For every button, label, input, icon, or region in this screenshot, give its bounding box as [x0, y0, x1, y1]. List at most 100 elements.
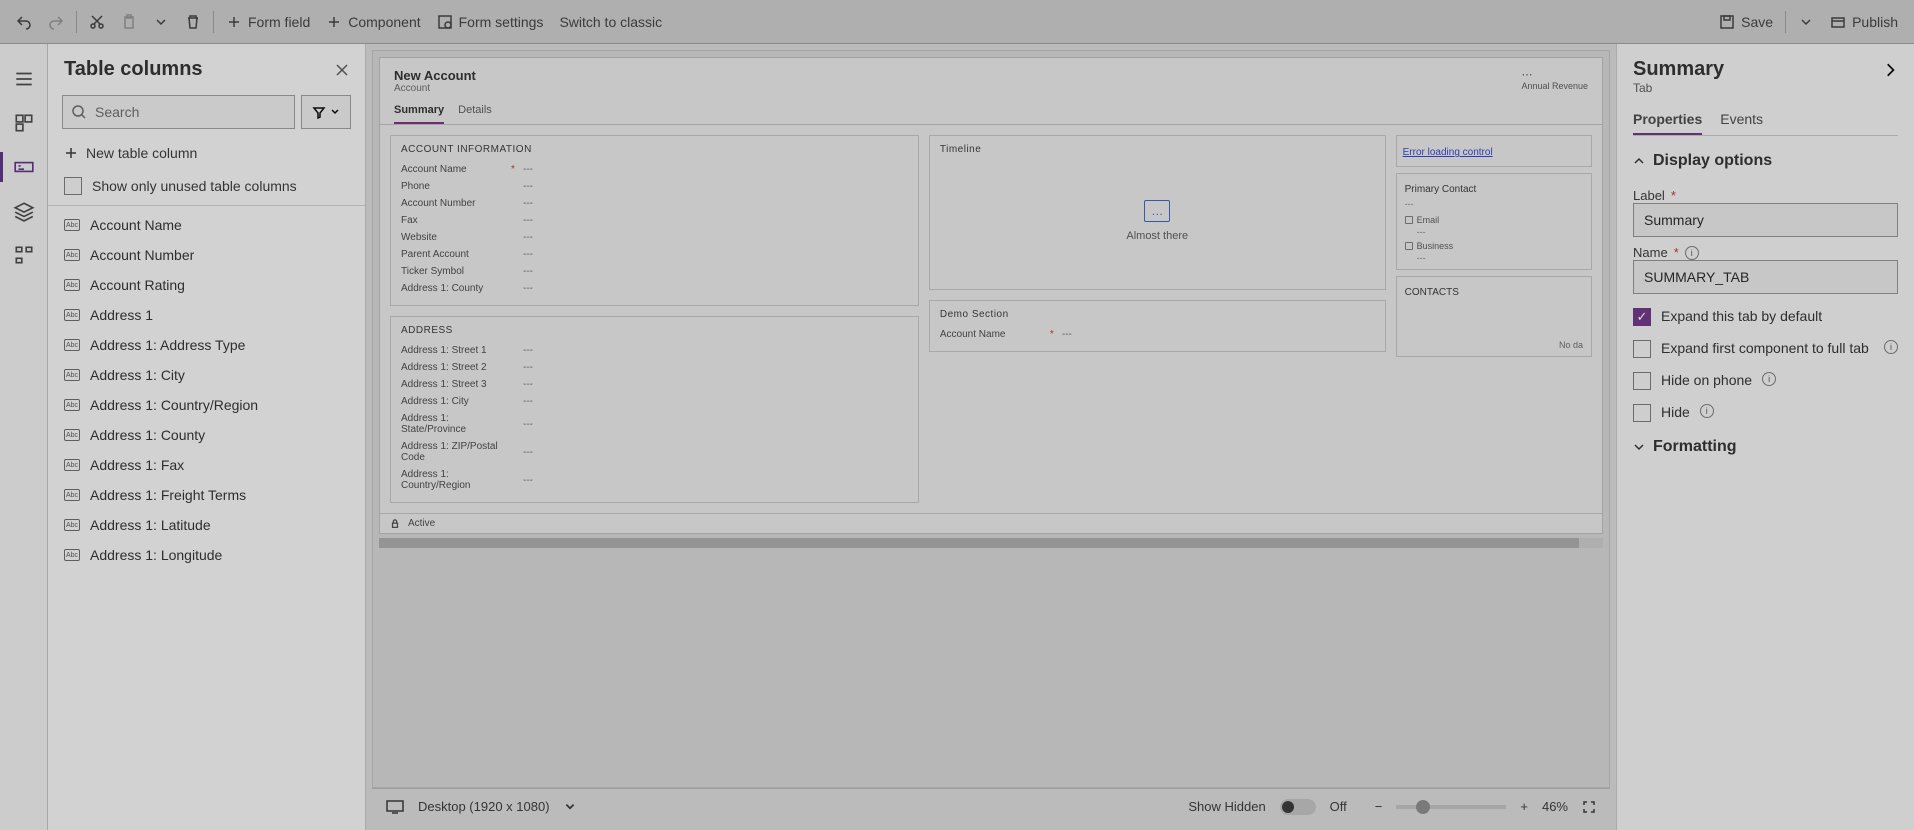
section-address[interactable]: ADDRESS Address 1: Street 1---Address 1:…: [390, 316, 919, 503]
publish-button[interactable]: Publish: [1822, 10, 1906, 34]
filter-button[interactable]: [301, 95, 351, 129]
form-field[interactable]: Address 1: Street 3---: [401, 376, 908, 393]
horizontal-scrollbar[interactable]: [379, 538, 1603, 548]
checkbox-icon[interactable]: [1633, 372, 1651, 390]
chevron-down-icon[interactable]: [564, 801, 576, 813]
form-field[interactable]: Account Name*---: [401, 161, 908, 178]
search-input[interactable]: Search: [62, 95, 295, 129]
field-type-icon: Abc: [64, 219, 80, 231]
formatting-header[interactable]: Formatting: [1633, 438, 1898, 456]
tab-details[interactable]: Details: [458, 104, 492, 124]
tab-events[interactable]: Events: [1720, 105, 1763, 135]
label-input[interactable]: [1633, 203, 1898, 237]
tab-summary[interactable]: Summary: [394, 104, 444, 124]
paste-dropdown[interactable]: [145, 10, 177, 34]
form-field[interactable]: Address 1: State/Province---: [401, 410, 908, 438]
top-toolbar: Form field Component Form settings Switc…: [0, 0, 1914, 44]
column-item[interactable]: AbcAddress 1: Country/Region: [48, 390, 365, 420]
checkbox-icon[interactable]: [64, 177, 82, 195]
prop-title: Summary: [1633, 58, 1724, 81]
display-options-header[interactable]: Display options: [1633, 152, 1898, 170]
column-item[interactable]: AbcAccount Rating: [48, 270, 365, 300]
more-icon[interactable]: ⋯: [1521, 68, 1588, 81]
delete-button[interactable]: [177, 10, 209, 34]
checkbox-icon[interactable]: [1633, 340, 1651, 358]
section-contacts[interactable]: CONTACTS No da: [1396, 276, 1592, 357]
paste-button[interactable]: [113, 10, 145, 34]
expand-first-checkbox[interactable]: Expand first component to full tab i: [1633, 340, 1898, 358]
form-field[interactable]: Account Number---: [401, 195, 908, 212]
hide-checkbox[interactable]: Hide i: [1633, 404, 1898, 422]
form-field[interactable]: Address 1: County---: [401, 280, 908, 297]
field-type-icon: Abc: [64, 459, 80, 471]
chevron-right-icon[interactable]: [1882, 62, 1898, 78]
form-field[interactable]: Website---: [401, 229, 908, 246]
form-field[interactable]: Ticker Symbol---: [401, 263, 908, 280]
save-button[interactable]: Save: [1711, 10, 1781, 34]
form-field[interactable]: Phone---: [401, 178, 908, 195]
form-settings-button[interactable]: Form settings: [429, 10, 552, 34]
switch-classic-button[interactable]: Switch to classic: [551, 10, 670, 34]
show-hidden-label: Show Hidden: [1188, 799, 1265, 814]
show-unused-checkbox-row[interactable]: Show only unused table columns: [48, 171, 365, 205]
lock-icon: [1405, 242, 1413, 250]
checkbox-icon[interactable]: [1633, 308, 1651, 326]
add-form-field-button[interactable]: Form field: [218, 10, 318, 34]
form-field[interactable]: Fax---: [401, 212, 908, 229]
section-account-information[interactable]: ACCOUNT INFORMATION Account Name*---Phon…: [390, 135, 919, 306]
form-field[interactable]: Address 1: Street 2---: [401, 359, 908, 376]
columns-icon[interactable]: [13, 156, 35, 178]
column-item[interactable]: AbcAccount Name: [48, 210, 365, 240]
column-item[interactable]: AbcAddress 1: Freight Terms: [48, 480, 365, 510]
form-field[interactable]: Address 1: City---: [401, 393, 908, 410]
info-icon[interactable]: i: [1700, 404, 1714, 418]
components-icon[interactable]: [13, 112, 35, 134]
expand-default-checkbox[interactable]: Expand this tab by default: [1633, 308, 1898, 326]
section-timeline[interactable]: Timeline Almost there: [929, 135, 1386, 290]
column-item[interactable]: AbcAddress 1: City: [48, 360, 365, 390]
column-item[interactable]: AbcAddress 1: Fax: [48, 450, 365, 480]
undo-button[interactable]: [8, 10, 40, 34]
info-icon[interactable]: i: [1884, 340, 1898, 354]
form-field[interactable]: Address 1: ZIP/Postal Code---: [401, 438, 908, 466]
add-component-button[interactable]: Component: [318, 10, 428, 34]
show-hidden-toggle[interactable]: [1280, 799, 1316, 815]
zoom-in-button[interactable]: +: [1520, 799, 1528, 814]
info-icon[interactable]: i: [1762, 372, 1776, 386]
form-field[interactable]: Address 1: Country/Region---: [401, 466, 908, 494]
error-loading-control-link[interactable]: Error loading control: [1403, 147, 1493, 158]
cut-button[interactable]: [81, 10, 113, 34]
section-demo[interactable]: Demo Section Account Name * ---: [929, 300, 1386, 352]
column-item[interactable]: AbcAddress 1: [48, 300, 365, 330]
properties-panel: Summary Tab Properties Events Display op…: [1616, 44, 1914, 830]
zoom-out-button[interactable]: −: [1375, 799, 1383, 814]
section-primary-contact[interactable]: Primary Contact --- Email --- Business -…: [1396, 173, 1592, 270]
new-table-column-button[interactable]: New table column: [48, 135, 365, 171]
form-canvas: New Account Account ⋯ Annual Revenue Sum…: [366, 44, 1616, 830]
prop-subtitle: Tab: [1633, 81, 1898, 95]
column-item[interactable]: AbcAccount Number: [48, 240, 365, 270]
zoom-slider[interactable]: [1396, 805, 1506, 809]
form-field[interactable]: Address 1: Street 1---: [401, 342, 908, 359]
timeline-status: Almost there: [1126, 230, 1188, 242]
column-item[interactable]: AbcAddress 1: Address Type: [48, 330, 365, 360]
device-label[interactable]: Desktop (1920 x 1080): [418, 799, 550, 814]
form-card[interactable]: New Account Account ⋯ Annual Revenue Sum…: [379, 57, 1603, 534]
column-item[interactable]: AbcAddress 1: Longitude: [48, 540, 365, 570]
section-error[interactable]: Error loading control: [1396, 135, 1592, 167]
hamburger-icon[interactable]: [13, 68, 35, 90]
name-input[interactable]: [1633, 260, 1898, 294]
close-icon[interactable]: [335, 63, 349, 77]
hide-phone-checkbox[interactable]: Hide on phone i: [1633, 372, 1898, 390]
checkbox-icon[interactable]: [1633, 404, 1651, 422]
info-icon[interactable]: i: [1685, 246, 1699, 260]
tab-properties[interactable]: Properties: [1633, 105, 1702, 135]
column-item[interactable]: AbcAddress 1: County: [48, 420, 365, 450]
layers-icon[interactable]: [13, 200, 35, 222]
save-dropdown[interactable]: [1790, 10, 1822, 34]
fit-icon[interactable]: [1582, 800, 1596, 814]
form-field[interactable]: Parent Account---: [401, 246, 908, 263]
redo-button[interactable]: [40, 10, 72, 34]
tree-icon[interactable]: [13, 244, 35, 266]
column-item[interactable]: AbcAddress 1: Latitude: [48, 510, 365, 540]
